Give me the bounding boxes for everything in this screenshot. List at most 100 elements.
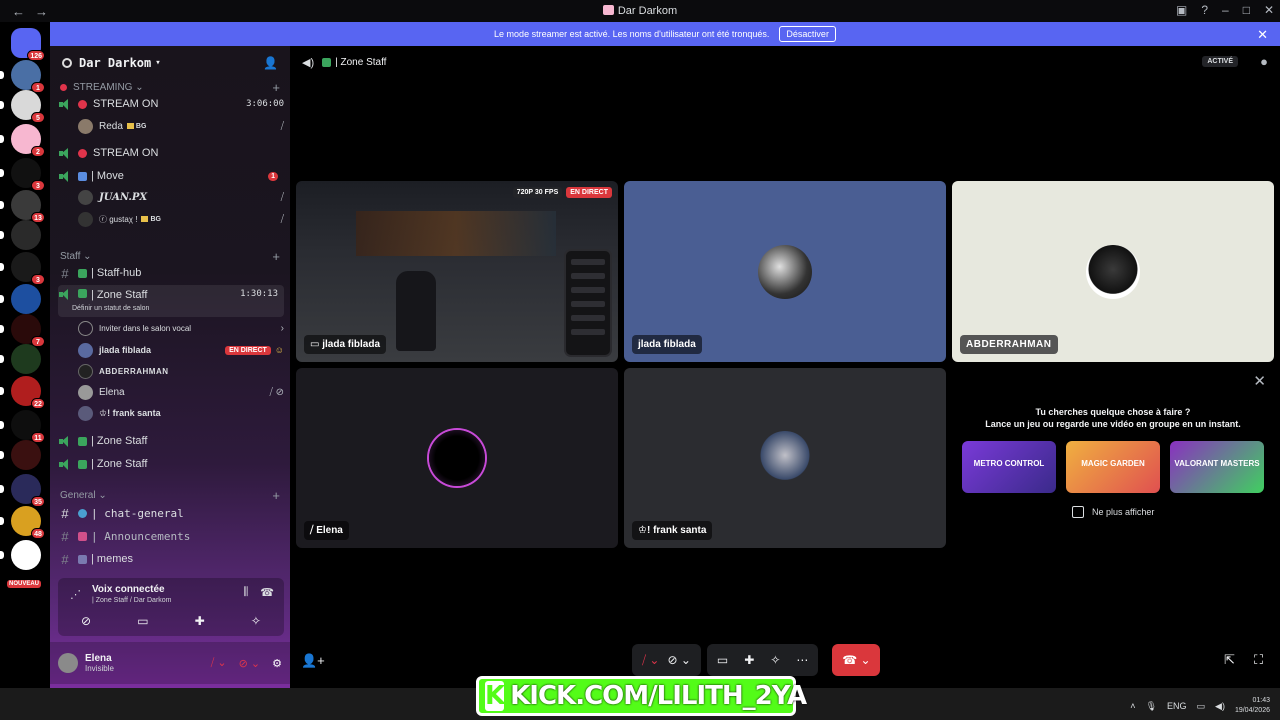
activities-icon[interactable]: ✚ bbox=[195, 614, 205, 628]
server-icon[interactable] bbox=[11, 440, 41, 470]
channel-chat-general[interactable]: # | chat-general bbox=[58, 502, 284, 524]
server-rail: 126 1 5 2 3 13 3 7 22 11 35 48 NOUVEAU bbox=[0, 22, 50, 688]
channel-zone-staff-3[interactable]: | Zone Staff bbox=[58, 453, 284, 475]
dont-show-checkbox[interactable]: Ne plus afficher bbox=[1072, 506, 1154, 518]
voice-user-frank[interactable]: ♔! frank santa bbox=[78, 403, 284, 423]
game-card-valorant[interactable]: VALORANT MASTERS bbox=[1170, 441, 1264, 493]
channel-zone-staff-2[interactable]: | Zone Staff bbox=[58, 430, 284, 452]
signal-icon[interactable]: ⋰ bbox=[70, 588, 81, 601]
channel-announcements[interactable]: # | Announcements bbox=[58, 525, 284, 547]
volume-icon[interactable]: ◀) bbox=[1215, 701, 1225, 712]
camera-off-icon[interactable]: ⊘ bbox=[81, 614, 91, 628]
user-tile-jlada[interactable]: jlada fiblada bbox=[624, 181, 946, 362]
voice-user-elena[interactable]: Elena ⧸ ⊘ bbox=[78, 382, 284, 402]
channel-memes[interactable]: # | memes bbox=[58, 548, 284, 570]
mic-muted-icon[interactable]: ⧸ ⌄ bbox=[642, 653, 659, 668]
mic-muted-icon[interactable]: ⧸ ⌄ bbox=[211, 656, 227, 670]
user-tile-abderrahman[interactable]: ABDERRAHMAN bbox=[952, 181, 1274, 362]
server-icon[interactable]: 126 bbox=[11, 28, 45, 61]
noise-suppression-icon[interactable]: ⫼ bbox=[243, 586, 248, 599]
inbox-icon[interactable]: ▣ bbox=[1176, 3, 1187, 17]
soundboard-icon[interactable]: ✧ bbox=[251, 614, 261, 628]
chat-bubble-icon[interactable]: ● bbox=[1260, 54, 1268, 69]
voice-location[interactable]: | Zone Staff / Dar Darkom bbox=[92, 597, 172, 604]
disconnect-button[interactable]: ☎ ⌄ bbox=[832, 644, 881, 676]
add-member-icon[interactable]: 👤 bbox=[263, 56, 278, 70]
server-icon[interactable] bbox=[11, 540, 41, 570]
voice-user-jlada[interactable]: jlada fiblada EN DIRECT ☺ bbox=[78, 340, 284, 360]
invite-user-icon[interactable]: 👤+ bbox=[301, 653, 325, 669]
unread-indicator bbox=[0, 451, 4, 459]
forward-arrow-icon[interactable]: → bbox=[35, 4, 48, 19]
server-icon[interactable]: 5 bbox=[11, 90, 45, 123]
server-icon[interactable]: 22 bbox=[11, 376, 45, 409]
guild-header[interactable]: Dar Darkom ▾ 👤 bbox=[50, 46, 290, 80]
popout-icon[interactable]: ⇱ bbox=[1224, 652, 1235, 668]
gear-icon[interactable]: ⚙ bbox=[272, 657, 282, 670]
chevron-up-icon[interactable]: ˄ bbox=[1130, 701, 1135, 711]
help-icon[interactable]: ? bbox=[1201, 3, 1208, 17]
channel-staff-hub[interactable]: # | Staff-hub bbox=[58, 262, 284, 284]
disconnect-icon[interactable]: ☎ bbox=[260, 586, 274, 599]
soundboard-icon[interactable]: ✧ bbox=[770, 653, 780, 667]
headphones-off-icon[interactable]: ⊘ ⌄ bbox=[239, 657, 261, 670]
voice-user-abderrahman[interactable]: ABDERRAHMAN bbox=[78, 361, 284, 381]
channel-zone-staff[interactable]: | Zone Staff 1:30:13 Définir un statut d… bbox=[58, 285, 284, 317]
server-icon[interactable]: 1 bbox=[11, 60, 45, 93]
server-icon[interactable]: 11 bbox=[11, 410, 45, 443]
minimize-button[interactable]: – bbox=[1222, 3, 1229, 17]
avatar bbox=[78, 189, 93, 205]
close-icon[interactable]: ✕ bbox=[1257, 27, 1268, 43]
server-icon[interactable]: 2 bbox=[11, 124, 45, 157]
close-button[interactable]: ✕ bbox=[1264, 3, 1274, 17]
server-icon[interactable]: 13 bbox=[11, 190, 45, 223]
channel-move[interactable]: | Move 1 bbox=[58, 165, 284, 187]
game-card-metro[interactable]: METRO CONTROL bbox=[962, 441, 1056, 493]
game-card-magic-garden[interactable]: MAGIC GARDEN bbox=[1066, 441, 1160, 493]
server-icon[interactable]: 3 bbox=[11, 252, 45, 285]
user-status: Invisible bbox=[85, 664, 114, 673]
set-status-link[interactable]: Définir un statut de salon bbox=[72, 305, 149, 312]
language-indicator[interactable]: ENG bbox=[1167, 701, 1187, 711]
disable-streamer-mode-button[interactable]: Désactiver bbox=[779, 26, 836, 42]
fullscreen-icon[interactable]: ⛶ bbox=[1254, 652, 1263, 668]
channel-stream-on-2[interactable]: STREAM ON bbox=[58, 142, 284, 164]
server-icon[interactable] bbox=[11, 220, 41, 250]
live-badge: EN DIRECT bbox=[225, 345, 271, 355]
activities-icon[interactable]: ✚ bbox=[744, 653, 754, 667]
server-icon[interactable]: 35 bbox=[11, 474, 45, 507]
camera-off-icon[interactable]: ⊘ ⌄ bbox=[667, 653, 690, 667]
voice-user-juanpx[interactable]: JUAN.PX ⧸ bbox=[78, 187, 284, 207]
mic-icon[interactable]: 🎙 bbox=[1146, 701, 1157, 712]
channel-timer: 3:06:00 bbox=[246, 99, 284, 109]
user-tile-elena[interactable]: ⧸ Elena bbox=[296, 368, 618, 548]
voice-user-reda[interactable]: Reda BG ⧸ bbox=[78, 116, 284, 136]
maximize-button[interactable]: □ bbox=[1243, 3, 1250, 17]
more-icon[interactable]: ⋯ bbox=[796, 653, 808, 667]
server-icon[interactable]: 7 bbox=[11, 314, 45, 347]
invite-to-voice[interactable]: Inviter dans le salon vocal › bbox=[78, 318, 284, 338]
avatar bbox=[78, 405, 93, 421]
channel-stream-on-1[interactable]: STREAM ON 3:06:00 bbox=[58, 93, 284, 115]
back-arrow-icon[interactable]: ← bbox=[12, 4, 25, 19]
server-icon[interactable]: 48 bbox=[11, 506, 45, 539]
screen-share-icon[interactable]: ▭ bbox=[137, 614, 148, 628]
user-label: ABDERRAHMAN bbox=[960, 335, 1058, 354]
close-icon[interactable]: ✕ bbox=[1253, 372, 1266, 390]
clock[interactable]: 01:43 19/04/2026 bbox=[1235, 696, 1270, 716]
voice-user-gustax[interactable]: ⓡ gustaχ ! BG ⧸ bbox=[78, 209, 284, 229]
category-general[interactable]: General ⌄ + bbox=[60, 488, 280, 503]
screen-share-icon[interactable]: ▭ bbox=[717, 653, 728, 667]
activity-badge[interactable]: ACTIVÉ bbox=[1202, 56, 1238, 67]
user-info[interactable]: Elena Invisible bbox=[85, 653, 114, 673]
category-label: STREAMING bbox=[73, 82, 133, 93]
user-tile-frank[interactable]: ♔! frank santa bbox=[624, 368, 946, 548]
add-channel-icon[interactable]: + bbox=[272, 488, 280, 503]
checkbox-icon bbox=[1072, 506, 1084, 518]
server-icon[interactable] bbox=[11, 284, 41, 314]
avatar[interactable] bbox=[58, 653, 78, 673]
server-icon[interactable]: 3 bbox=[11, 158, 45, 191]
display-icon[interactable]: ▭ bbox=[1197, 701, 1206, 712]
server-icon[interactable] bbox=[11, 344, 41, 374]
stream-tile[interactable]: 720P 30 FPS EN DIRECT ▭ jlada fiblada bbox=[296, 181, 618, 362]
